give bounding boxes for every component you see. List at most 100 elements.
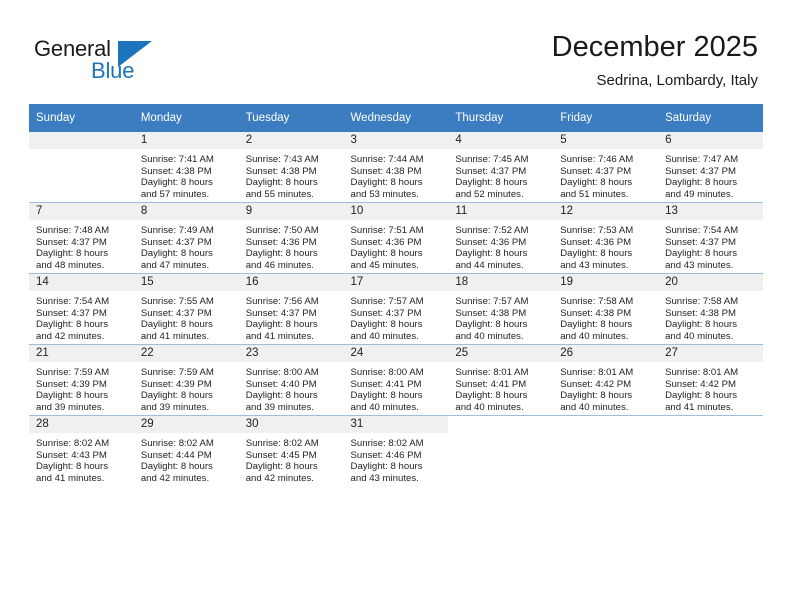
calendar-week-row: 21 Sunrise: 7:59 AM Sunset: 4:39 PM Dayligh… <box>29 344 763 416</box>
page-title: December 2025 <box>551 31 758 63</box>
day-detail-lines: Sunrise: 7:53 AM Sunset: 4:36 PM Daylight:… <box>553 220 658 272</box>
calendar-day-cell[interactable]: 6 Sunrise: 7:47 AM Sunset: 4:37 PM Daylight… <box>658 132 763 203</box>
day-detail-line: Daylight: 8 hours <box>560 177 633 189</box>
calendar-day-cell[interactable]: 30 Sunrise: 8:02 AM Sunset: 4:45 PM Dayligh… <box>238 415 344 486</box>
calendar-day-cell[interactable]: 2 Sunrise: 7:43 AM Sunset: 4:38 PM Daylight… <box>238 132 344 203</box>
day-detail-line: Sunrise: 7:41 AM <box>140 154 214 165</box>
day-cell-inner: 19 Sunrise: 7:58 AM Sunset: 4:38 PM Dayligh… <box>553 274 659 344</box>
day-detail-lines: Sunrise: 7:54 AM Sunset: 4:37 PM Daylight:… <box>29 291 134 343</box>
day-number: 22 <box>133 345 239 362</box>
day-detail-line: and 39 minutes. <box>36 402 105 414</box>
calendar-day-cell[interactable]: 8 Sunrise: 7:49 AM Sunset: 4:37 PM Daylight… <box>133 202 239 274</box>
day-detail-line: and 40 minutes. <box>455 331 524 343</box>
day-detail-lines: Sunrise: 7:54 AM Sunset: 4:37 PM Daylight:… <box>658 220 763 272</box>
day-detail-line: and 41 minutes. <box>665 402 734 414</box>
day-cell-inner: 28 Sunrise: 8:02 AM Sunset: 4:43 PM Dayligh… <box>29 416 134 486</box>
calendar-day-cell[interactable]: 14 Sunrise: 7:54 AM Sunset: 4:37 PM Dayligh… <box>29 273 134 345</box>
day-cell-inner <box>553 416 659 486</box>
weekday-header-row: Sunday Monday Tuesday Wednesday Thursday Frid… <box>29 104 763 132</box>
day-number: 30 <box>238 416 344 433</box>
calendar-week-row: 14 Sunrise: 7:54 AM Sunset: 4:37 PM Dayligh… <box>29 273 763 345</box>
calendar-day-cell[interactable]: 13 Sunrise: 7:54 AM Sunset: 4:37 PM Dayligh… <box>658 202 763 274</box>
day-cell-inner: 10 Sunrise: 7:51 AM Sunset: 4:36 PM Dayligh… <box>343 203 449 273</box>
calendar-day-cell[interactable]: 4 Sunrise: 7:45 AM Sunset: 4:37 PM Daylight… <box>448 132 554 203</box>
day-cell-inner: 6 Sunrise: 7:47 AM Sunset: 4:37 PM Daylight… <box>658 132 763 202</box>
day-detail-lines: Sunrise: 8:00 AM Sunset: 4:40 PM Daylight:… <box>239 362 344 414</box>
calendar-header-row: Sunday Monday Tuesday Wednesday Thursday Frid… <box>29 104 763 132</box>
day-cell-inner: 24 Sunrise: 8:00 AM Sunset: 4:41 PM Dayligh… <box>343 345 449 415</box>
calendar-day-cell[interactable]: 18 Sunrise: 7:57 AM Sunset: 4:38 PM Dayligh… <box>448 273 554 345</box>
day-detail-line: Sunset: 4:41 PM <box>455 378 527 390</box>
calendar-day-cell[interactable]: 19 Sunrise: 7:58 AM Sunset: 4:38 PM Dayligh… <box>553 273 659 345</box>
day-cell-inner: 9 Sunrise: 7:50 AM Sunset: 4:36 PM Daylight… <box>238 203 344 273</box>
day-detail-line: Sunrise: 7:43 AM <box>245 154 319 165</box>
calendar-day-cell[interactable]: 21 Sunrise: 7:59 AM Sunset: 4:39 PM Dayligh… <box>29 344 134 416</box>
brand-logo[interactable]: General Blue <box>34 36 214 88</box>
page-subtitle: Sedrina, Lombardy, Italy <box>596 72 758 89</box>
day-detail-line: Sunset: 4:46 PM <box>350 449 422 461</box>
day-cell-inner: 14 Sunrise: 7:54 AM Sunset: 4:37 PM Dayligh… <box>29 274 134 344</box>
day-detail-line: and 45 minutes. <box>350 260 419 272</box>
page-header: General Blue December 2025 Sedrina, Lomb… <box>0 0 792 100</box>
day-number: 14 <box>29 274 134 291</box>
day-detail-line: Daylight: 8 hours <box>140 177 213 189</box>
day-cell-inner: 30 Sunrise: 8:02 AM Sunset: 4:45 PM Dayligh… <box>238 416 344 486</box>
day-detail-line: Sunset: 4:36 PM <box>350 236 422 248</box>
day-detail-line: Sunrise: 7:54 AM <box>665 225 739 236</box>
calendar-day-cell[interactable]: 7 Sunrise: 7:48 AM Sunset: 4:37 PM Daylight… <box>29 202 134 274</box>
day-detail-line: and 47 minutes. <box>140 260 210 272</box>
calendar-day-cell[interactable]: 11 Sunrise: 7:52 AM Sunset: 4:36 PM Dayligh… <box>448 202 554 274</box>
calendar-day-cell[interactable]: 22 Sunrise: 7:59 AM Sunset: 4:39 PM Dayligh… <box>133 344 239 416</box>
day-detail-line: Daylight: 8 hours <box>36 390 108 402</box>
calendar-day-cell[interactable]: 23 Sunrise: 8:00 AM Sunset: 4:40 PM Dayligh… <box>238 344 344 416</box>
day-cell-inner: 15 Sunrise: 7:55 AM Sunset: 4:37 PM Dayligh… <box>133 274 239 344</box>
calendar-day-cell[interactable]: 3 Sunrise: 7:44 AM Sunset: 4:38 PM Daylight… <box>343 132 449 203</box>
day-cell-inner: 12 Sunrise: 7:53 AM Sunset: 4:36 PM Dayligh… <box>553 203 659 273</box>
day-detail-line: Sunrise: 7:51 AM <box>350 225 424 236</box>
calendar-day-cell[interactable]: 26 Sunrise: 8:01 AM Sunset: 4:42 PM Dayligh… <box>553 344 659 416</box>
day-detail-line: Sunset: 4:43 PM <box>36 449 107 461</box>
calendar-day-cell[interactable]: 15 Sunrise: 7:55 AM Sunset: 4:37 PM Dayligh… <box>133 273 239 345</box>
day-detail-lines: Sunrise: 7:55 AM Sunset: 4:37 PM Daylight:… <box>134 291 239 343</box>
calendar-day-cell[interactable]: 24 Sunrise: 8:00 AM Sunset: 4:41 PM Dayligh… <box>343 344 449 416</box>
day-detail-line: Sunset: 4:36 PM <box>245 236 317 248</box>
day-detail-lines <box>448 433 553 438</box>
calendar-day-cell[interactable]: 31 Sunrise: 8:02 AM Sunset: 4:46 PM Dayligh… <box>343 415 449 486</box>
day-detail-line: Sunset: 4:38 PM <box>140 165 212 177</box>
day-cell-inner: 23 Sunrise: 8:00 AM Sunset: 4:40 PM Dayligh… <box>238 345 344 415</box>
calendar-day-cell[interactable]: 16 Sunrise: 7:56 AM Sunset: 4:37 PM Dayligh… <box>238 273 344 345</box>
calendar-day-cell[interactable]: 17 Sunrise: 7:57 AM Sunset: 4:37 PM Dayligh… <box>343 273 449 345</box>
calendar-day-cell[interactable]: 5 Sunrise: 7:46 AM Sunset: 4:37 PM Daylight… <box>553 132 659 203</box>
day-detail-line: and 51 minutes. <box>560 189 629 201</box>
calendar-table: Sunday Monday Tuesday Wednesday Thursday Frid… <box>29 104 763 486</box>
day-number: 16 <box>238 274 344 291</box>
day-detail-line: Sunset: 4:37 PM <box>665 165 736 177</box>
day-detail-line: and 55 minutes. <box>245 189 314 201</box>
day-number: 31 <box>343 416 449 433</box>
day-number <box>553 416 659 433</box>
day-detail-line: Daylight: 8 hours <box>665 319 738 331</box>
day-cell-inner: 20 Sunrise: 7:58 AM Sunset: 4:38 PM Dayligh… <box>658 274 763 344</box>
calendar-day-cell[interactable]: 1 Sunrise: 7:41 AM Sunset: 4:38 PM Daylight… <box>133 132 239 203</box>
day-cell-inner: 5 Sunrise: 7:46 AM Sunset: 4:37 PM Daylight… <box>553 132 659 202</box>
day-detail-lines: Sunrise: 7:41 AM Sunset: 4:38 PM Daylight:… <box>134 149 239 201</box>
day-cell-inner: 4 Sunrise: 7:45 AM Sunset: 4:37 PM Daylight… <box>448 132 554 202</box>
day-detail-line: Daylight: 8 hours <box>455 390 528 402</box>
day-detail-line: Sunrise: 7:47 AM <box>665 154 739 165</box>
calendar-day-cell[interactable]: 20 Sunrise: 7:58 AM Sunset: 4:38 PM Dayligh… <box>658 273 763 345</box>
day-cell-inner: 25 Sunrise: 8:01 AM Sunset: 4:41 PM Dayligh… <box>448 345 554 415</box>
calendar-day-cell[interactable]: 29 Sunrise: 8:02 AM Sunset: 4:44 PM Dayligh… <box>133 415 239 486</box>
calendar-day-cell[interactable]: 28 Sunrise: 8:02 AM Sunset: 4:43 PM Dayligh… <box>29 415 134 486</box>
calendar-day-cell[interactable]: 9 Sunrise: 7:50 AM Sunset: 4:36 PM Daylight… <box>238 202 344 274</box>
calendar-day-cell[interactable]: 25 Sunrise: 8:01 AM Sunset: 4:41 PM Dayligh… <box>448 344 554 416</box>
day-number <box>658 416 763 433</box>
day-detail-line: Daylight: 8 hours <box>140 248 213 260</box>
day-detail-line: Sunrise: 7:58 AM <box>665 296 739 307</box>
day-detail-line: Daylight: 8 hours <box>455 319 528 331</box>
calendar-day-cell[interactable]: 27 Sunrise: 8:01 AM Sunset: 4:42 PM Dayligh… <box>658 344 763 416</box>
calendar-day-cell[interactable]: 10 Sunrise: 7:51 AM Sunset: 4:36 PM Dayligh… <box>343 202 449 274</box>
calendar-day-cell[interactable]: 12 Sunrise: 7:53 AM Sunset: 4:36 PM Dayligh… <box>553 202 659 274</box>
day-cell-inner: 22 Sunrise: 7:59 AM Sunset: 4:39 PM Dayligh… <box>133 345 239 415</box>
day-number: 9 <box>238 203 344 220</box>
day-detail-line: Sunset: 4:38 PM <box>455 307 527 319</box>
